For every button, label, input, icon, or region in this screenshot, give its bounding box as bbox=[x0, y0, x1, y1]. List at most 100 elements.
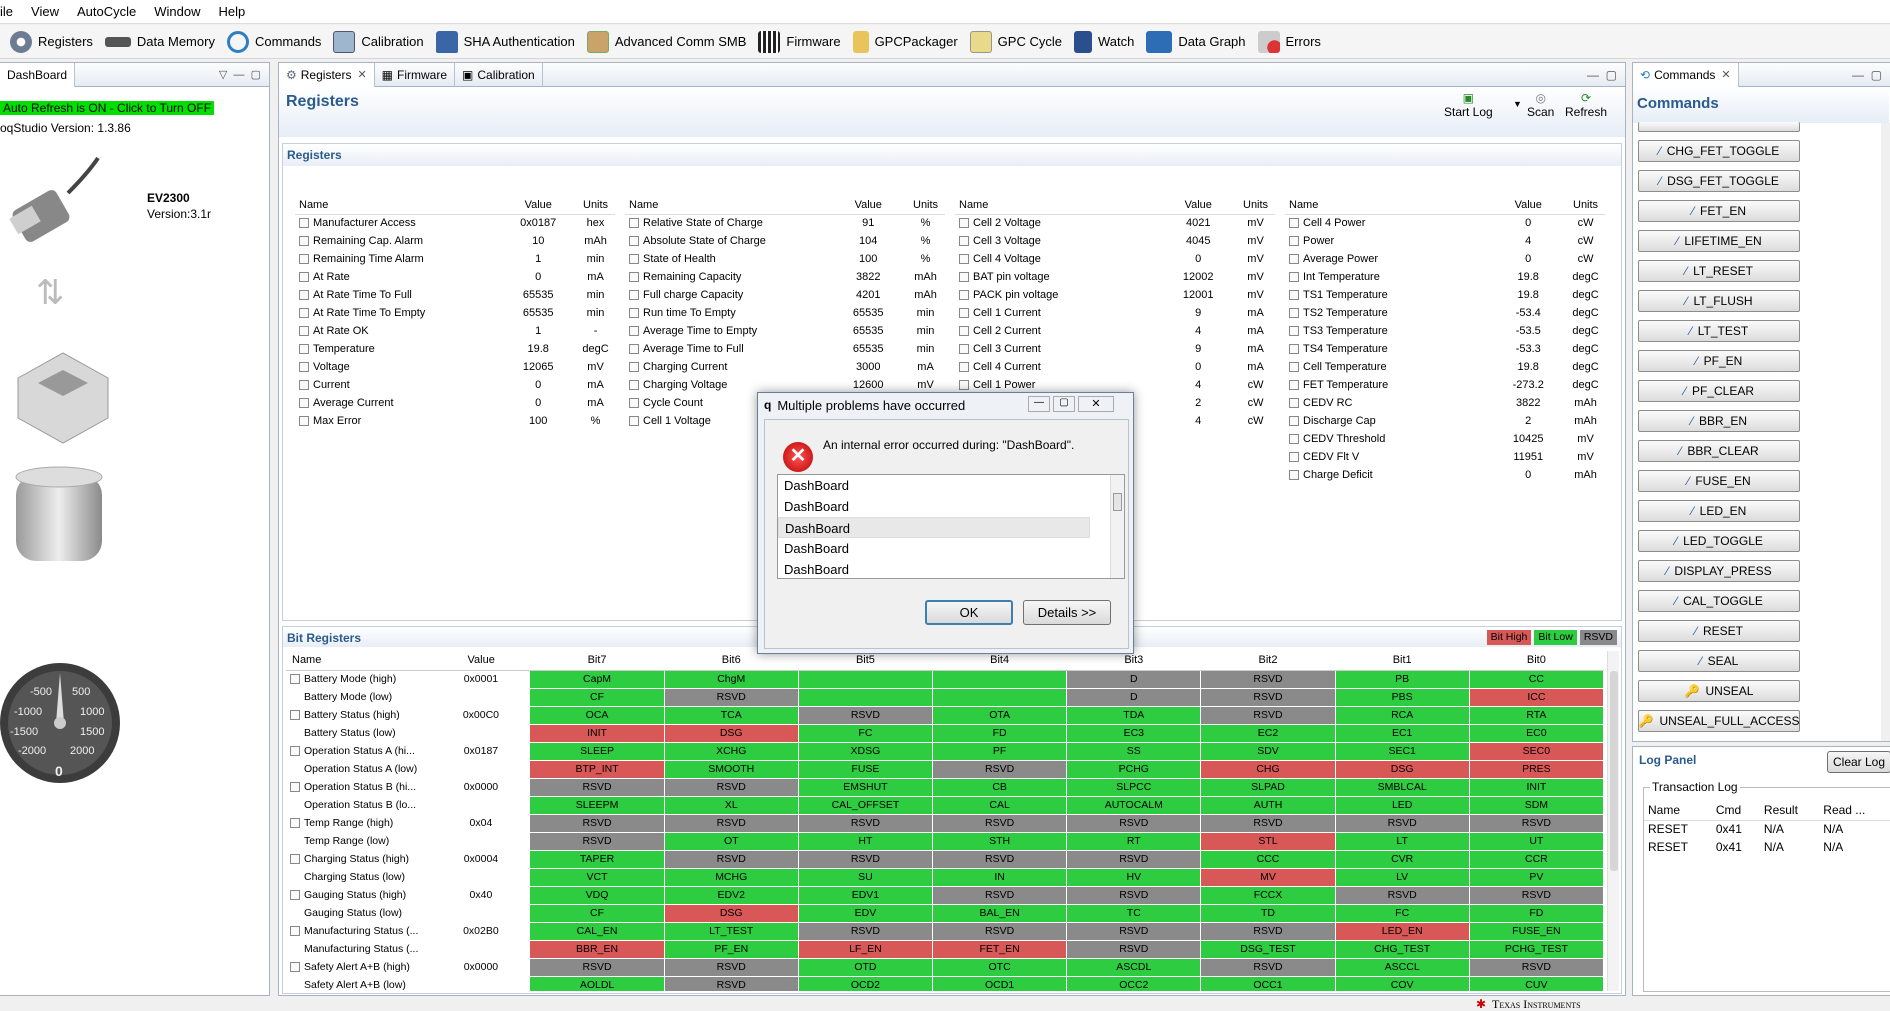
bit-cell[interactable]: RCA bbox=[1334, 705, 1470, 725]
auto-refresh-toggle[interactable]: Auto Refresh is ON - Click to Turn OFF bbox=[0, 101, 215, 115]
bit-cell[interactable]: VCT bbox=[529, 867, 665, 887]
bit-cell[interactable]: RSVD bbox=[1200, 921, 1336, 941]
bit-cell[interactable]: DSG_TEST bbox=[1200, 939, 1336, 959]
toolbar-advanced-comm-smb[interactable]: Advanced Comm SMB bbox=[586, 30, 746, 53]
bit-cell[interactable]: RSVD bbox=[1066, 885, 1202, 905]
bit-cell[interactable]: RSVD bbox=[797, 813, 934, 833]
bit-cell[interactable]: CHG bbox=[1200, 759, 1336, 779]
bit-cell[interactable]: CF bbox=[529, 903, 665, 923]
bit-cell[interactable]: CVR bbox=[1334, 849, 1470, 869]
bit-cell[interactable]: FUSE_EN bbox=[1468, 921, 1604, 941]
bit-cell[interactable]: RSVD bbox=[1066, 939, 1202, 959]
bit-cell[interactable]: INIT bbox=[1468, 777, 1604, 797]
bit-cell[interactable]: FD bbox=[932, 723, 1068, 743]
bit-cell[interactable]: RSVD bbox=[932, 849, 1068, 869]
bit-cell[interactable]: TDA bbox=[1066, 705, 1202, 725]
bit-cell[interactable]: RSVD bbox=[932, 921, 1068, 941]
bit-cell[interactable]: RTA bbox=[1468, 705, 1604, 725]
toolbar-gpcpackager[interactable]: GPCPackager bbox=[852, 30, 958, 53]
bit-cell[interactable]: AUTOCALM bbox=[1066, 795, 1202, 815]
problem-list[interactable]: DashBoard DashBoard DashBoard DashBoard Dash… bbox=[777, 474, 1125, 579]
command-button-unseal-full-access[interactable]: 🔑 UNSEAL_FULL_ACCESS bbox=[1638, 710, 1800, 732]
bit-cell[interactable]: FET_EN bbox=[932, 939, 1068, 959]
bit-cell[interactable]: RSVD bbox=[932, 759, 1068, 779]
bit-cell[interactable]: XDSG bbox=[797, 741, 934, 761]
bit-cell[interactable]: EDV1 bbox=[797, 885, 934, 905]
command-button-lt-test[interactable]: ⁄ LT_TEST bbox=[1638, 320, 1800, 342]
bit-cell[interactable]: BBR_EN bbox=[529, 939, 665, 959]
bit-cell[interactable]: MCHG bbox=[663, 867, 799, 887]
bit-cell[interactable]: SLPAD bbox=[1200, 777, 1336, 797]
menu-autocycle[interactable]: AutoCycle bbox=[68, 4, 145, 19]
menu-window[interactable]: Window bbox=[145, 4, 209, 19]
bit-cell[interactable]: OCC1 bbox=[1200, 975, 1336, 991]
tab-registers[interactable]: ⚙ Registers ✕ bbox=[279, 62, 375, 87]
scan-button[interactable]: ◎ Scan bbox=[1527, 91, 1554, 119]
bit-cell[interactable]: CUV bbox=[1468, 975, 1604, 991]
bit-cell[interactable]: RSVD bbox=[797, 921, 934, 941]
command-button-seal[interactable]: ⁄ SEAL bbox=[1638, 650, 1800, 672]
bit-cell[interactable]: RSVD bbox=[1200, 705, 1336, 725]
refresh-button[interactable]: ⟳ Refresh bbox=[1565, 91, 1607, 119]
bit-cell[interactable]: BAL_EN bbox=[932, 903, 1068, 923]
bit-cell[interactable]: CCC bbox=[1200, 849, 1336, 869]
bit-cell[interactable]: FUSE bbox=[797, 759, 934, 779]
bit-cell[interactable]: EDV bbox=[797, 903, 934, 923]
command-button-fuse-en[interactable]: ⁄ FUSE_EN bbox=[1638, 470, 1800, 492]
bit-cell[interactable]: LF_EN bbox=[797, 939, 934, 959]
bit-cell[interactable]: CB bbox=[932, 777, 1068, 797]
toolbar-firmware[interactable]: Firmware bbox=[758, 30, 841, 53]
command-button-pf-clear[interactable]: ⁄ PF_CLEAR bbox=[1638, 380, 1800, 402]
bit-cell[interactable]: RSVD bbox=[932, 885, 1068, 905]
bit-cell[interactable]: BTP_INT bbox=[529, 759, 665, 779]
bit-cell[interactable]: EMSHUT bbox=[797, 777, 934, 797]
bit-cell[interactable]: RSVD bbox=[1334, 885, 1470, 905]
bit-cell[interactable]: LED_EN bbox=[1334, 921, 1470, 941]
bit-cell[interactable]: RSVD bbox=[797, 705, 934, 725]
bit-cell[interactable]: SDV bbox=[1200, 741, 1336, 761]
command-button-led-en[interactable]: ⁄ LED_EN bbox=[1638, 500, 1800, 522]
command-button-lt-flush[interactable]: ⁄ LT_FLUSH bbox=[1638, 290, 1800, 312]
bit-cell[interactable]: CF bbox=[529, 687, 665, 707]
bit-cell[interactable]: RSVD bbox=[1066, 849, 1202, 869]
command-button-bbr-clear[interactable]: ⁄ BBR_CLEAR bbox=[1638, 440, 1800, 462]
bit-cell[interactable]: CHG_TEST bbox=[1334, 939, 1470, 959]
bit-cell[interactable]: PV bbox=[1468, 867, 1604, 887]
bit-cell[interactable]: EDV2 bbox=[663, 885, 799, 905]
bit-cell[interactable]: RSVD bbox=[663, 975, 799, 991]
bit-cell[interactable]: SS bbox=[1066, 741, 1202, 761]
details-button[interactable]: Details >> bbox=[1023, 600, 1111, 625]
bit-cell[interactable]: RSVD bbox=[1066, 921, 1202, 941]
bit-cell[interactable]: STL bbox=[1200, 831, 1336, 851]
bit-cell[interactable]: ICC bbox=[1468, 687, 1604, 707]
command-button-cal-toggle[interactable]: ⁄ CAL_TOGGLE bbox=[1638, 590, 1800, 612]
bit-cell[interactable]: TC bbox=[1066, 903, 1202, 923]
bit-cell[interactable]: RSVD bbox=[529, 831, 665, 851]
command-button-dsg-fet-toggle[interactable]: ⁄ DSG_FET_TOGGLE bbox=[1638, 170, 1800, 192]
bit-cell[interactable]: SMBLCAL bbox=[1334, 777, 1470, 797]
bit-cell[interactable]: OT bbox=[663, 831, 799, 851]
toolbar-errors[interactable]: Errors bbox=[1257, 30, 1321, 53]
bit-cell[interactable]: ASCCL bbox=[1334, 957, 1470, 977]
bit-cell[interactable]: RSVD bbox=[1468, 957, 1604, 977]
bit-cell[interactable]: RSVD bbox=[663, 849, 799, 869]
bit-cell[interactable]: HT bbox=[797, 831, 934, 851]
bit-cell[interactable]: RSVD bbox=[1200, 813, 1336, 833]
bit-cell[interactable]: RSVD bbox=[663, 687, 799, 707]
bit-cell[interactable]: PCHG bbox=[1066, 759, 1202, 779]
clear-log-button[interactable]: Clear Log bbox=[1827, 751, 1890, 773]
bit-cell[interactable]: RSVD bbox=[1334, 813, 1470, 833]
command-button-reset[interactable]: ⁄ RESET bbox=[1638, 620, 1800, 642]
bit-cell[interactable]: SLEEP bbox=[529, 741, 665, 761]
list-item[interactable]: DashBoard bbox=[778, 517, 1090, 538]
command-button-unseal[interactable]: 🔑 UNSEAL bbox=[1638, 680, 1800, 702]
bit-cell[interactable]: AOLDL bbox=[529, 975, 665, 991]
tab-firmware[interactable]: ▦ Firmware bbox=[375, 62, 456, 87]
bit-cell[interactable]: RSVD bbox=[529, 957, 665, 977]
bit-cell[interactable]: COV bbox=[1334, 975, 1470, 991]
bit-cell[interactable]: D bbox=[1066, 669, 1202, 689]
bit-cell[interactable]: PB bbox=[1334, 669, 1470, 689]
bit-cell[interactable]: DSG bbox=[663, 903, 799, 923]
command-button-display-press[interactable]: ⁄ DISPLAY_PRESS bbox=[1638, 560, 1800, 582]
bit-cell[interactable]: LED bbox=[1334, 795, 1470, 815]
